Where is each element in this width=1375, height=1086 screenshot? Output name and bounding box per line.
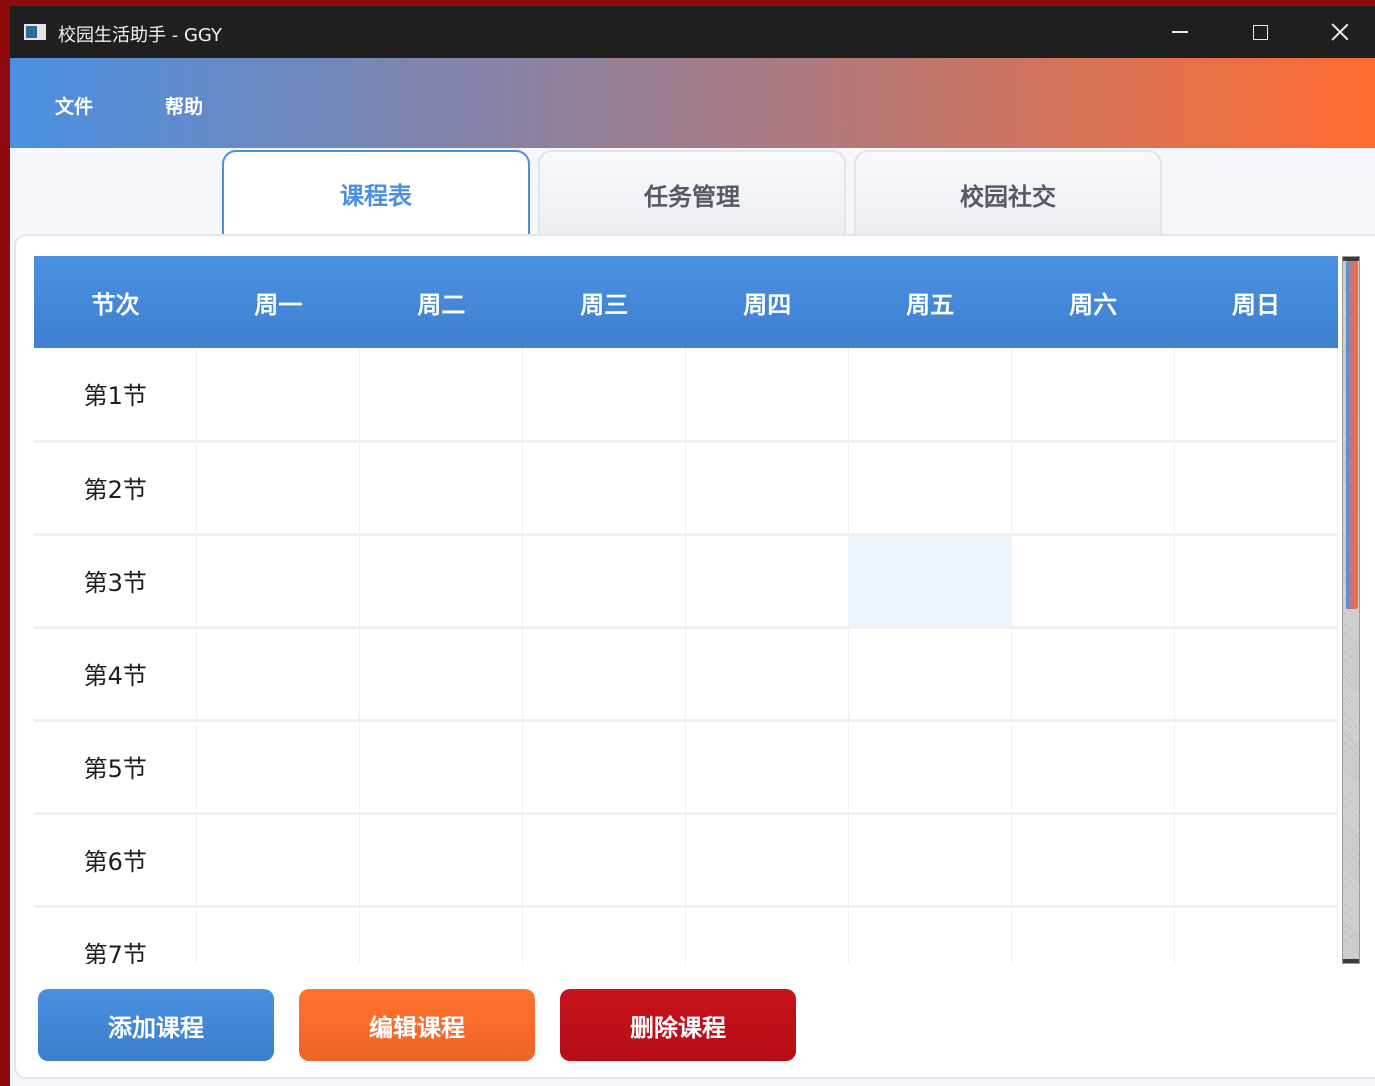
schedule-cell[interactable] <box>848 720 1013 815</box>
schedule-cell[interactable] <box>522 813 687 908</box>
schedule-cell[interactable] <box>359 441 524 536</box>
header-mon: 周一 <box>196 256 360 348</box>
close-button[interactable] <box>1300 6 1375 58</box>
schedule-cell[interactable] <box>1011 534 1176 629</box>
schedule-cell[interactable] <box>1011 813 1176 908</box>
schedule-cell[interactable] <box>359 534 524 629</box>
title-bar[interactable]: 校园生活助手 - GGY <box>10 6 1375 58</box>
period-cell[interactable]: 第6节 <box>34 813 198 908</box>
maximize-icon <box>1252 24 1268 40</box>
scrollbar-thumb[interactable] <box>1346 261 1358 609</box>
schedule-cell[interactable] <box>359 627 524 722</box>
table-row: 第5节 <box>34 720 1338 815</box>
schedule-cell[interactable] <box>848 906 1013 964</box>
vertical-scrollbar[interactable] <box>1342 256 1360 964</box>
table-row: 第4节 <box>34 627 1338 722</box>
table-row: 第6节 <box>34 813 1338 908</box>
header-period: 节次 <box>34 256 197 348</box>
app-window: 校园生活助手 - GGY 文件 帮助 课程表 任务管理 校园社交 节次 周一 周… <box>10 6 1375 1086</box>
schedule-cell[interactable] <box>196 348 361 443</box>
schedule-cell[interactable] <box>196 441 361 536</box>
schedule-cell[interactable] <box>359 720 524 815</box>
window-title: 校园生活助手 - GGY <box>58 25 222 46</box>
minimize-button[interactable] <box>1140 6 1220 58</box>
schedule-cell[interactable] <box>522 720 687 815</box>
schedule-cell[interactable] <box>685 348 850 443</box>
header-fri: 周五 <box>848 256 1012 348</box>
edit-course-button[interactable]: 编辑课程 <box>299 989 535 1061</box>
schedule-cell[interactable] <box>1174 534 1338 629</box>
schedule-cell-selected[interactable] <box>848 534 1013 629</box>
schedule-cell[interactable] <box>522 906 687 964</box>
table-header-row: 节次 周一 周二 周三 周四 周五 周六 周日 <box>34 256 1338 348</box>
schedule-panel: 节次 周一 周二 周三 周四 周五 周六 周日 第1节 第2节 第3节 第4节 … <box>14 234 1375 1079</box>
schedule-cell[interactable] <box>359 348 524 443</box>
schedule-cell[interactable] <box>1174 441 1338 536</box>
close-icon <box>1331 23 1349 41</box>
schedule-cell[interactable] <box>196 813 361 908</box>
header-sun: 周日 <box>1174 256 1338 348</box>
schedule-cell[interactable] <box>1011 627 1176 722</box>
schedule-cell[interactable] <box>685 906 850 964</box>
schedule-cell[interactable] <box>1011 441 1176 536</box>
schedule-cell[interactable] <box>685 720 850 815</box>
header-sat: 周六 <box>1011 256 1175 348</box>
menu-bar: 文件 帮助 <box>10 58 1375 148</box>
minimize-icon <box>1172 31 1188 33</box>
table-row: 第2节 <box>34 441 1338 536</box>
period-cell[interactable]: 第4节 <box>34 627 198 722</box>
header-wed: 周三 <box>522 256 686 348</box>
schedule-cell[interactable] <box>1011 720 1176 815</box>
schedule-cell[interactable] <box>1174 906 1338 964</box>
schedule-cell[interactable] <box>685 627 850 722</box>
maximize-button[interactable] <box>1220 6 1300 58</box>
table-row: 第7节 <box>34 906 1338 964</box>
period-cell[interactable]: 第3节 <box>34 534 198 629</box>
table-row: 第3节 <box>34 534 1338 629</box>
schedule-cell[interactable] <box>685 534 850 629</box>
schedule-cell[interactable] <box>196 627 361 722</box>
schedule-cell[interactable] <box>685 813 850 908</box>
period-cell[interactable]: 第7节 <box>34 906 198 964</box>
schedule-cell[interactable] <box>1174 813 1338 908</box>
schedule-cell[interactable] <box>848 441 1013 536</box>
app-icon <box>24 24 46 40</box>
schedule-table: 节次 周一 周二 周三 周四 周五 周六 周日 第1节 第2节 第3节 第4节 … <box>34 256 1338 964</box>
delete-course-button[interactable]: 删除课程 <box>560 989 796 1061</box>
add-course-button[interactable]: 添加课程 <box>38 989 274 1061</box>
schedule-cell[interactable] <box>685 441 850 536</box>
schedule-cell[interactable] <box>1011 906 1176 964</box>
schedule-cell[interactable] <box>1174 720 1338 815</box>
menu-file[interactable]: 文件 <box>55 92 93 119</box>
schedule-cell[interactable] <box>359 906 524 964</box>
schedule-cell[interactable] <box>359 813 524 908</box>
table-row: 第1节 <box>34 348 1338 443</box>
schedule-cell[interactable] <box>1011 348 1176 443</box>
tab-task-management[interactable]: 任务管理 <box>538 150 846 236</box>
schedule-cell[interactable] <box>522 627 687 722</box>
scroll-down-arrow[interactable] <box>1343 959 1359 963</box>
header-thu: 周四 <box>685 256 849 348</box>
header-tue: 周二 <box>359 256 523 348</box>
period-cell[interactable]: 第2节 <box>34 441 198 536</box>
schedule-table-container: 节次 周一 周二 周三 周四 周五 周六 周日 第1节 第2节 第3节 第4节 … <box>34 256 1352 964</box>
tab-schedule[interactable]: 课程表 <box>222 150 530 236</box>
schedule-cell[interactable] <box>522 348 687 443</box>
menu-help[interactable]: 帮助 <box>165 92 203 119</box>
tab-campus-social[interactable]: 校园社交 <box>854 150 1162 236</box>
schedule-cell[interactable] <box>848 813 1013 908</box>
schedule-cell[interactable] <box>196 720 361 815</box>
schedule-cell[interactable] <box>522 441 687 536</box>
schedule-cell[interactable] <box>522 534 687 629</box>
schedule-cell[interactable] <box>196 906 361 964</box>
schedule-cell[interactable] <box>1174 348 1338 443</box>
schedule-cell[interactable] <box>1174 627 1338 722</box>
schedule-cell[interactable] <box>848 348 1013 443</box>
schedule-cell[interactable] <box>848 627 1013 722</box>
period-cell[interactable]: 第1节 <box>34 348 198 443</box>
period-cell[interactable]: 第5节 <box>34 720 198 815</box>
schedule-cell[interactable] <box>196 534 361 629</box>
